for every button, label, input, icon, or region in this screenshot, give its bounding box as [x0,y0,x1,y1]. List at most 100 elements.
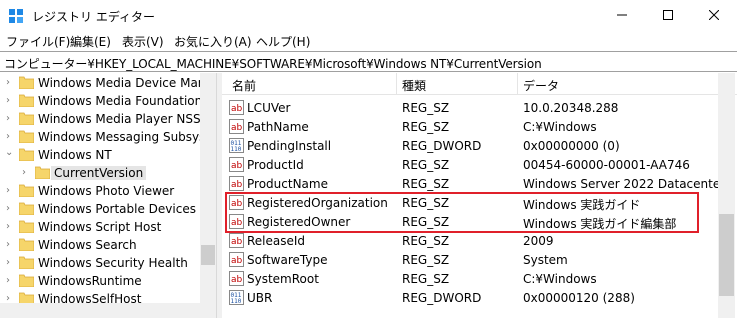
close-button[interactable] [691,0,737,30]
folder-icon [19,112,34,125]
value-type: REG_DWORD [402,291,482,305]
column-divider[interactable] [517,73,518,95]
string-value-icon: ab [229,176,244,191]
tree-item[interactable]: › Windows Portable Devices [0,200,216,218]
collapse-chevron-icon[interactable]: ⌄ [5,147,15,159]
menu-bar: ファイル(F) 編集(E) 表示(V) お気に入り(A) ヘルプ(H) [0,30,737,50]
value-row[interactable]: 011 110 PendingInstall REG_DWORD 0x000000… [222,136,717,155]
string-value-icon: ab [229,233,244,248]
tree-item[interactable]: › Windows Script Host [0,218,216,236]
string-value-icon: ab [229,252,244,267]
tree-item-label: Windows Search [38,238,137,252]
menu-edit[interactable]: 編集(E) [70,33,111,50]
expand-chevron-icon[interactable]: › [6,77,16,89]
value-type: REG_SZ [402,120,450,134]
svg-text:ab: ab [231,161,243,171]
value-row[interactable]: ab PathName REG_SZ C:¥Windows [222,117,717,136]
value-name: ProductId [247,158,304,172]
expand-chevron-icon[interactable]: › [6,113,16,125]
expand-chevron-icon[interactable]: › [6,257,16,269]
tree-item-label: Windows Media Player NSS [38,112,201,126]
tree-item[interactable]: › Windows Messaging Subsyster [0,128,216,146]
tree-vertical-scrollbar[interactable] [200,73,216,303]
folder-icon [19,202,34,215]
tree-item-label: WindowsRuntime [38,274,142,288]
maximize-button[interactable] [645,0,691,30]
value-row[interactable]: ab SystemRoot REG_SZ C:¥Windows [222,269,717,288]
tree-item[interactable]: › Windows Photo Viewer [0,182,216,200]
tree-item[interactable]: › Windows Media Player NSS [0,110,216,128]
value-name: LCUVer [247,101,291,115]
address-bar[interactable]: コンピューター¥HKEY_LOCAL_MACHINE¥SOFTWARE¥Micr… [0,51,737,72]
column-header-type[interactable]: 種類 [402,77,426,94]
folder-icon [35,166,50,179]
tree-horizontal-scrollbar[interactable] [0,303,216,318]
value-type: REG_SZ [402,272,450,286]
expand-chevron-icon[interactable]: › [6,203,16,215]
value-data: 2009 [523,234,554,248]
expand-chevron-icon[interactable]: › [22,167,32,179]
window-title: レジストリ エディター [32,10,155,24]
tree-item[interactable]: › Windows Security Health [0,254,216,272]
value-data: 0x00000000 (0) [523,139,620,153]
expand-chevron-icon[interactable]: › [6,185,16,197]
expand-chevron-icon[interactable]: › [6,239,16,251]
tree-item[interactable]: › Windows Media Foundation [0,92,216,110]
value-type: REG_SZ [402,234,450,248]
value-name: ReleaseId [247,234,306,248]
column-header-name[interactable]: 名前 [232,77,256,94]
expand-chevron-icon[interactable]: › [6,221,16,233]
value-row[interactable]: ab ProductId REG_SZ 00454-60000-00001-AA… [222,155,717,174]
registry-editor-icon [9,9,23,23]
expand-chevron-icon[interactable]: › [6,275,16,287]
expand-chevron-icon[interactable]: › [6,95,16,107]
string-value-icon: ab [229,100,244,115]
highlight-box [225,192,699,233]
value-type: REG_SZ [402,158,450,172]
value-data: 0x00000120 (288) [523,291,635,305]
tree-item[interactable]: ⌄ Windows NT [0,146,216,164]
tree-item[interactable]: › Windows Search [0,236,216,254]
value-row[interactable]: ab SoftwareType REG_SZ System [222,250,717,269]
string-value-icon: ab [229,157,244,172]
value-row[interactable]: ab ProductName REG_SZ Windows Server 202… [222,174,725,193]
binary-value-icon: 011110 [229,138,244,153]
value-type: REG_SZ [402,253,450,267]
tree-scroll-thumb[interactable] [201,245,215,265]
menu-file[interactable]: ファイル(F) [6,33,70,50]
list-header: 名前 種類 データ [222,73,737,95]
menu-help[interactable]: ヘルプ(H) [256,33,310,50]
value-name: SystemRoot [247,272,319,286]
svg-text:ab: ab [231,256,243,266]
tree-item[interactable]: › WindowsRuntime [0,272,216,290]
tree-item-selected[interactable]: › CurrentVersion [0,164,216,182]
column-header-data[interactable]: データ [523,77,559,94]
value-data: 10.0.20348.288 [523,101,619,115]
svg-text:ab: ab [231,275,243,285]
menu-view[interactable]: 表示(V) [122,33,164,50]
binary-value-icon: 011110 [229,290,244,305]
tree-item-label: Windows NT [38,148,112,162]
expand-chevron-icon[interactable]: › [6,131,16,143]
value-row[interactable]: ab ReleaseId REG_SZ 2009 [222,231,717,250]
close-icon [709,10,719,20]
minimize-button[interactable] [599,0,645,30]
tree-item-label: Windows Script Host [38,220,162,234]
list-scroll-thumb[interactable] [719,214,734,296]
folder-icon [19,274,34,287]
value-data: 00454-60000-00001-AA746 [523,158,690,172]
value-name: ProductName [247,177,328,191]
value-name: PathName [247,120,309,134]
menu-favorites[interactable]: お気に入り(A) [174,33,252,50]
value-name: PendingInstall [247,139,332,153]
key-tree[interactable]: › Windows Media Device Manag › Windows M… [0,73,216,318]
tree-item[interactable]: › Windows Media Device Manag [0,74,216,92]
value-data: C:¥Windows [523,120,597,134]
address-path[interactable]: コンピューター¥HKEY_LOCAL_MACHINE¥SOFTWARE¥Micr… [4,55,542,72]
value-row[interactable]: ab LCUVer REG_SZ 10.0.20348.288 [222,98,717,117]
folder-icon [19,76,34,89]
column-divider[interactable] [396,73,397,95]
value-row[interactable]: 011 110 UBR REG_DWORD 0x00000120 (288) [222,288,717,307]
tree-item-label: Windows Messaging Subsyster [38,130,216,144]
string-value-icon: ab [229,119,244,134]
